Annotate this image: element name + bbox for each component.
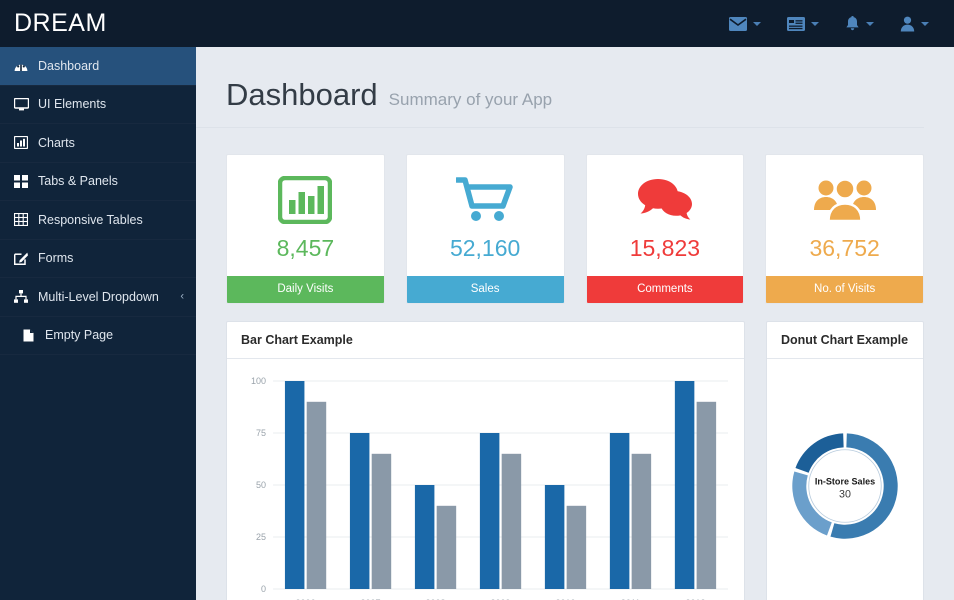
- user-icon: [900, 16, 915, 32]
- donut-chart-body: In-Store Sales 30: [767, 359, 923, 600]
- sidebar: Dashboard UI Elements Charts Tabs & Pane…: [0, 47, 196, 600]
- donut-chart-title: Donut Chart Example: [767, 322, 923, 359]
- bar-chart-title: Bar Chart Example: [227, 322, 744, 359]
- file-icon: [17, 329, 39, 342]
- svg-text:75: 75: [256, 428, 266, 438]
- brand-logo[interactable]: DREAM: [0, 0, 196, 47]
- svg-text:100: 100: [251, 376, 266, 386]
- sidebar-item-multi-level-dropdown[interactable]: Multi-Level Dropdown ‹: [0, 278, 196, 317]
- sidebar-item-label: Multi-Level Dropdown: [38, 289, 159, 304]
- chevron-down-icon: [811, 21, 819, 26]
- envelope-icon: [729, 16, 747, 31]
- comments-icon: [587, 169, 744, 231]
- bar-chart-icon: [227, 169, 384, 231]
- stat-card-value: 15,823: [629, 235, 701, 261]
- stat-cards-row: 8,457 Daily Visits 52,160 Sales 15,823 C…: [196, 128, 954, 304]
- stat-card-sales[interactable]: 52,160 Sales: [405, 154, 565, 304]
- sidebar-item-label: Tabs & Panels: [38, 174, 118, 189]
- chart-icon: [10, 136, 32, 150]
- users-icon: [766, 169, 923, 231]
- messages-menu[interactable]: [716, 0, 774, 47]
- sitemap-icon: [10, 290, 32, 304]
- tasks-icon: [787, 16, 805, 31]
- donut-chart: In-Store Sales 30: [775, 401, 915, 571]
- stat-card-label: Daily Visits: [227, 276, 384, 303]
- sidebar-item-label: Responsive Tables: [38, 212, 143, 227]
- svg-text:25: 25: [256, 532, 266, 542]
- navbar-right-menu: [716, 0, 954, 47]
- main-content: Dashboard Summary of your App 8,457 Dail…: [196, 47, 954, 600]
- dashboard-icon: [10, 60, 32, 72]
- bell-icon: [845, 15, 860, 32]
- chevron-down-icon: [921, 21, 929, 26]
- tasks-menu[interactable]: [774, 0, 832, 47]
- donut-chart-panel: Donut Chart Example In-Store Sales 30: [766, 321, 924, 600]
- bar-chart-panel: Bar Chart Example 0255075100200620072008…: [226, 321, 745, 600]
- stat-card-value: 8,457: [276, 235, 335, 261]
- page-subtitle: Summary of your App: [388, 90, 553, 109]
- sidebar-item-forms[interactable]: Forms: [0, 240, 196, 278]
- sidebar-item-label: UI Elements: [38, 97, 107, 112]
- sidebar-item-label: Dashboard: [38, 58, 100, 73]
- top-navbar: DREAM: [0, 0, 954, 47]
- dashboard-page: DREAM Dashboard UI Elements Charts Tabs …: [0, 0, 954, 600]
- stat-card-label: Comments: [586, 276, 744, 303]
- svg-text:In-Store Sales: In-Store Sales: [815, 476, 875, 486]
- bar-chart: 02550751002006200720082009201020112012: [235, 369, 736, 600]
- svg-text:50: 50: [256, 480, 266, 490]
- svg-text:0: 0: [261, 584, 266, 594]
- sidebar-item-label: Charts: [38, 135, 75, 150]
- notifications-menu[interactable]: [832, 0, 887, 47]
- chevron-down-icon: [866, 21, 874, 26]
- stat-card-daily-visits[interactable]: 8,457 Daily Visits: [226, 154, 385, 304]
- edit-icon: [10, 252, 32, 265]
- bar-chart-body: 02550751002006200720082009201020112012: [227, 359, 744, 600]
- sidebar-item-empty-page[interactable]: Empty Page: [0, 317, 196, 355]
- grid-icon: [10, 174, 32, 188]
- stat-card-value: 36,752: [809, 235, 880, 261]
- chevron-left-icon: ‹: [180, 290, 184, 303]
- shopping-cart-icon: [407, 169, 564, 231]
- svg-text:30: 30: [839, 489, 851, 501]
- sidebar-item-label: Forms: [38, 251, 74, 266]
- stat-card-label: No. of Visits: [766, 276, 923, 303]
- stat-card-value: 52,160: [449, 235, 521, 261]
- sidebar-item-ui-elements[interactable]: UI Elements: [0, 86, 196, 124]
- user-menu[interactable]: [887, 0, 942, 47]
- page-header: Dashboard Summary of your App: [196, 47, 924, 128]
- chevron-down-icon: [753, 21, 761, 26]
- sidebar-item-charts[interactable]: Charts: [0, 124, 196, 163]
- sidebar-item-tabs-panels[interactable]: Tabs & Panels: [0, 163, 196, 201]
- monitor-icon: [10, 97, 32, 111]
- sidebar-item-label: Empty Page: [45, 328, 114, 343]
- stat-card-label: Sales: [406, 276, 564, 303]
- sidebar-item-dashboard[interactable]: Dashboard: [0, 47, 196, 86]
- page-title: Dashboard: [226, 77, 378, 112]
- stat-card-no-of-visits[interactable]: 36,752 No. of Visits: [765, 154, 924, 304]
- stat-card-comments[interactable]: 15,823 Comments: [585, 154, 745, 304]
- table-icon: [10, 213, 32, 227]
- charts-row: Bar Chart Example 0255075100200620072008…: [196, 304, 954, 600]
- sidebar-item-responsive-tables[interactable]: Responsive Tables: [0, 201, 196, 240]
